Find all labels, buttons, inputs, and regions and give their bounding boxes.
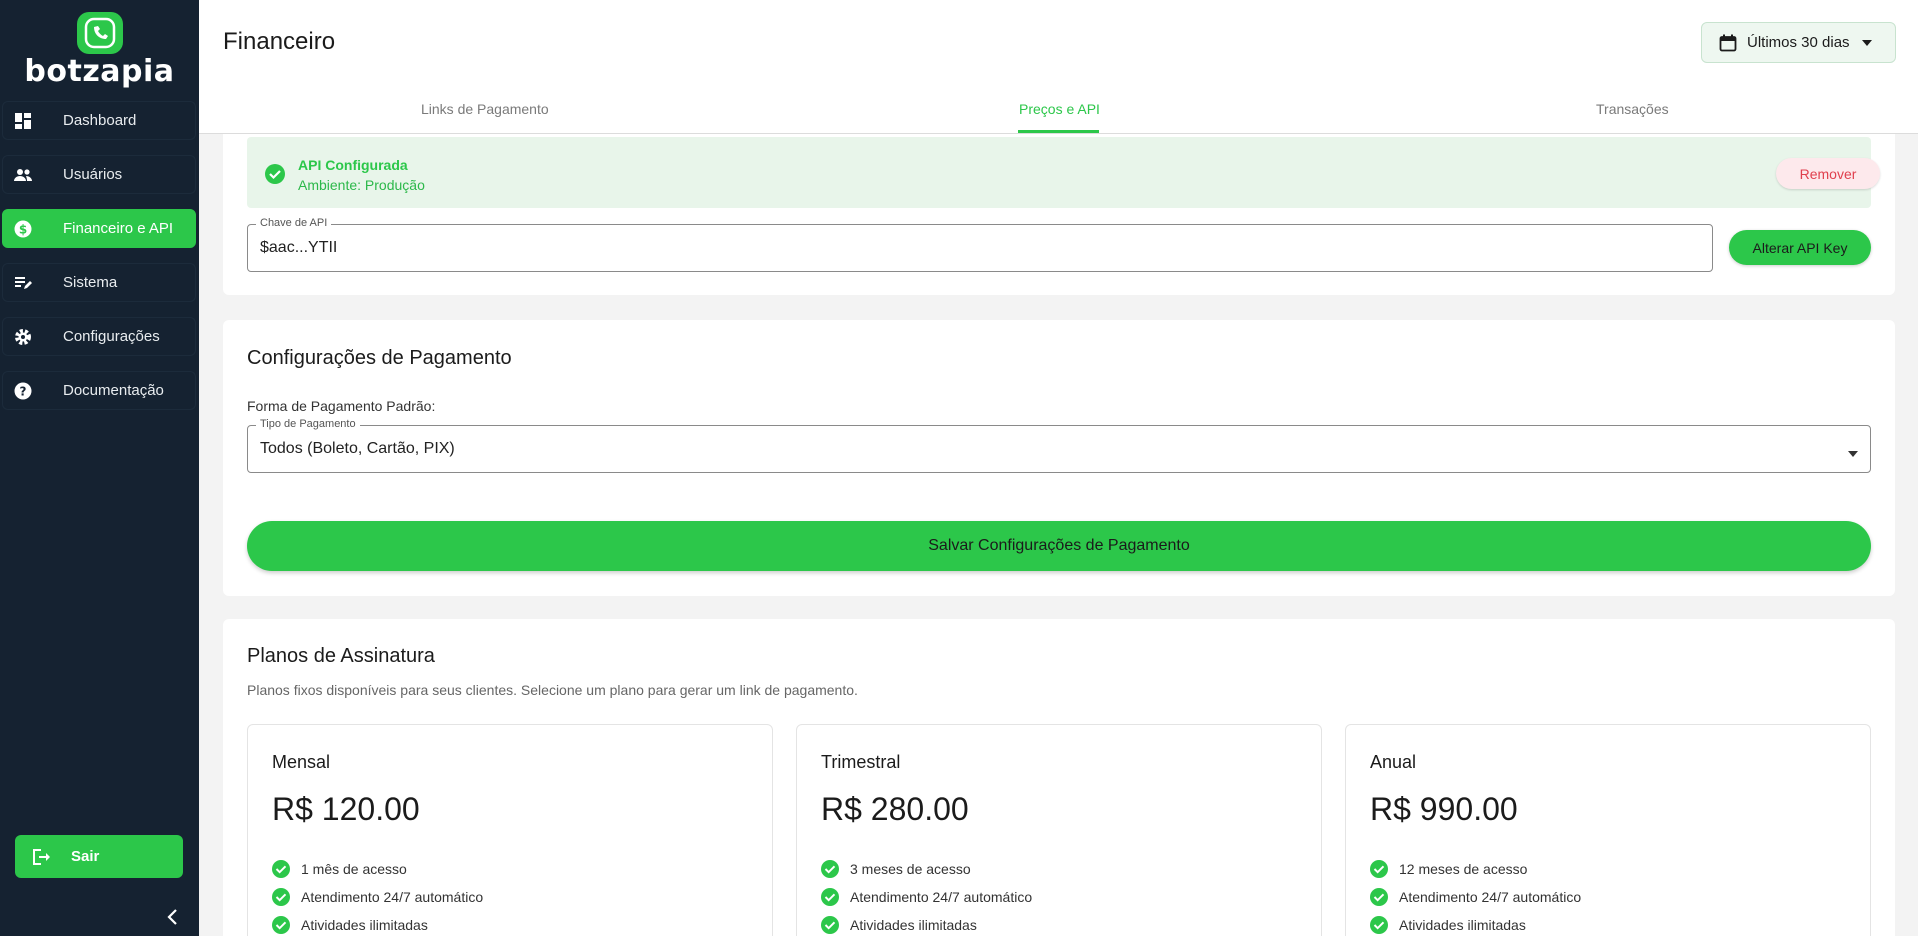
sidebar-item-dashboard[interactable]: Dashboard (2, 101, 196, 140)
plan-feature: 3 meses de acesso (821, 860, 971, 878)
sidebar-item-label: Financeiro e API (63, 220, 174, 237)
plan-feature: 12 meses de acesso (1370, 860, 1527, 878)
svg-text:$: $ (19, 222, 27, 236)
plan-feature: Atendimento 24/7 automático (821, 888, 1032, 906)
plan-feature: Atendimento 24/7 automático (1370, 888, 1581, 906)
chevron-left-icon (167, 909, 177, 925)
plan-feature: Atividades ilimitadas (1370, 916, 1526, 934)
active-tab-indicator (1018, 130, 1099, 133)
payment-type-label: Tipo de Pagamento (256, 418, 360, 430)
svg-text:?: ? (20, 384, 27, 398)
sidebar-item-financeiro[interactable]: $ Financeiro e API (2, 209, 196, 248)
caret-down-icon (1848, 444, 1858, 462)
tab-transacoes[interactable]: Transações (1596, 101, 1669, 117)
collapse-sidebar-button[interactable] (166, 908, 178, 931)
plan-name: Trimestral (821, 752, 901, 772)
payment-config-title: Configurações de Pagamento (247, 347, 512, 369)
subscription-plans-card: Planos de Assinatura Planos fixos dispon… (223, 619, 1895, 936)
plan-card-trimestral[interactable]: Trimestral R$ 280.00 3 meses de acesso A… (796, 724, 1322, 936)
plan-feature-text: Atendimento 24/7 automático (301, 889, 484, 905)
plan-price: R$ 280.00 (821, 791, 969, 827)
edit-list-icon (13, 273, 33, 293)
tab-precos-api[interactable]: Preços e API (1019, 101, 1100, 117)
api-status-title: API Configurada (298, 157, 408, 173)
save-payment-config-button[interactable]: Salvar Configurações de Pagamento (247, 521, 1871, 571)
sidebar-item-configuracoes[interactable]: Configurações (2, 317, 196, 356)
check-circle-icon (272, 916, 290, 934)
whatsapp-icon (76, 12, 123, 54)
sidebar-item-documentacao[interactable]: ? Documentação (2, 371, 196, 410)
check-circle-icon (272, 888, 290, 906)
check-circle-icon (821, 860, 839, 878)
check-circle-icon (1370, 916, 1388, 934)
help-icon: ? (13, 381, 33, 401)
caret-down-icon (1861, 39, 1872, 46)
page-header: Financeiro Últimos 30 dias Links de Paga… (199, 0, 1918, 134)
brand-name: botzapia (24, 54, 175, 89)
sidebar-nav: Dashboard Usuários $ Financeiro e API Si… (2, 101, 196, 425)
logout-button[interactable]: Sair (15, 835, 183, 878)
plans-title: Planos de Assinatura (247, 645, 435, 667)
plan-name: Mensal (272, 752, 331, 772)
plan-feature: 1 mês de acesso (272, 860, 407, 878)
plan-price: R$ 990.00 (1370, 791, 1518, 827)
default-payment-label: Forma de Pagamento Padrão: (247, 398, 436, 414)
dashboard-icon (13, 111, 33, 131)
brand-logo[interactable]: botzapia (0, 12, 199, 89)
gear-icon (13, 327, 33, 347)
payment-type-value: Todos (Boleto, Cartão, PIX) (260, 440, 455, 457)
sidebar: botzapia Dashboard Usuários $ Financeiro… (0, 0, 199, 936)
check-circle-icon (821, 916, 839, 934)
dollar-icon: $ (13, 219, 33, 239)
sidebar-item-label: Sistema (63, 274, 118, 291)
calendar-icon (1719, 34, 1737, 52)
date-range-select[interactable]: Últimos 30 dias (1701, 22, 1896, 63)
page-title: Financeiro (223, 28, 336, 55)
plan-feature-text: Atendimento 24/7 automático (1399, 889, 1582, 905)
change-api-key-button[interactable]: Alterar API Key (1729, 230, 1871, 265)
tab-links-pagamento[interactable]: Links de Pagamento (421, 101, 549, 117)
plans-subtitle: Planos fixos disponíveis para seus clien… (247, 682, 858, 698)
date-range-label: Últimos 30 dias (1747, 34, 1850, 51)
check-circle-icon (265, 164, 285, 189)
plan-price: R$ 120.00 (272, 791, 420, 827)
sidebar-item-sistema[interactable]: Sistema (2, 263, 196, 302)
api-key-label: Chave de API (256, 217, 332, 229)
plan-feature-text: Atividades ilimitadas (301, 917, 428, 933)
plan-feature-text: 12 meses de acesso (1399, 861, 1528, 877)
sidebar-item-label: Configurações (63, 328, 160, 345)
plan-card-anual[interactable]: Anual R$ 990.00 12 meses de acesso Atend… (1345, 724, 1871, 936)
sidebar-item-label: Documentação (63, 382, 164, 399)
api-status-environment: Ambiente: Produção (298, 177, 425, 193)
plan-feature-text: 1 mês de acesso (301, 861, 407, 877)
check-circle-icon (272, 860, 290, 878)
plan-card-mensal[interactable]: Mensal R$ 120.00 1 mês de acesso Atendim… (247, 724, 773, 936)
api-status-alert: API Configurada Ambiente: Produção Remov… (247, 137, 1880, 208)
payment-type-select[interactable]: Tipo de Pagamento Todos (Boleto, Cartão,… (247, 418, 1871, 473)
api-card: API Configurada Ambiente: Produção Remov… (223, 134, 1895, 295)
plan-feature-text: Atividades ilimitadas (1399, 917, 1526, 933)
plan-feature: Atendimento 24/7 automático (272, 888, 483, 906)
logout-icon (31, 848, 51, 866)
sidebar-item-label: Usuários (63, 166, 123, 183)
check-circle-icon (821, 888, 839, 906)
logout-label: Sair (71, 848, 100, 865)
payment-config-card: Configurações de Pagamento Forma de Paga… (223, 320, 1895, 596)
remove-api-button[interactable]: Remover (1776, 158, 1880, 189)
api-key-field[interactable]: Chave de API $aac...YTII (247, 217, 1713, 272)
api-key-value: $aac...YTII (260, 239, 338, 256)
check-circle-icon (1370, 888, 1388, 906)
plan-name: Anual (1370, 752, 1417, 772)
plan-feature: Atividades ilimitadas (272, 916, 428, 934)
sidebar-item-label: Dashboard (63, 112, 137, 129)
check-circle-icon (1370, 860, 1388, 878)
sidebar-item-users[interactable]: Usuários (2, 155, 196, 194)
plan-feature-text: 3 meses de acesso (850, 861, 971, 877)
plan-feature-text: Atividades ilimitadas (850, 917, 977, 933)
plan-feature-text: Atendimento 24/7 automático (850, 889, 1033, 905)
plan-feature: Atividades ilimitadas (821, 916, 977, 934)
users-icon (13, 165, 33, 185)
